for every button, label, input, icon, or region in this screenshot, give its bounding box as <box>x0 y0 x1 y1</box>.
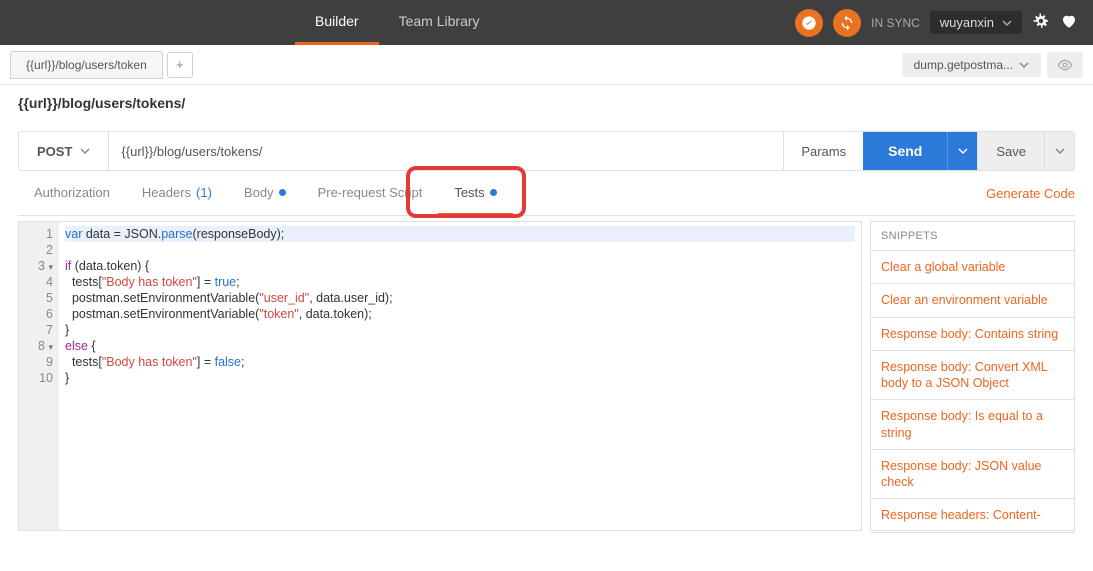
env-label: dump.getpostma... <box>914 58 1013 72</box>
snippet-item[interactable]: Response body: Is equal to a string <box>871 400 1074 450</box>
code-body[interactable]: var data = JSON.parse(responseBody); if … <box>59 222 861 530</box>
line-number: 1 <box>19 226 53 242</box>
headers-count: (1) <box>196 185 212 200</box>
subtab-tests[interactable]: Tests <box>438 171 512 215</box>
line-number: 3 ▾ <box>19 258 53 274</box>
headers-label: Headers <box>142 185 191 200</box>
line-number: 5 <box>19 290 53 306</box>
env-quicklook-icon[interactable] <box>1047 52 1083 78</box>
snippet-item[interactable]: Response body: JSON value check <box>871 450 1074 500</box>
save-button[interactable]: Save <box>977 132 1044 170</box>
snippet-item[interactable]: Response headers: Content- <box>871 499 1074 532</box>
chevron-down-icon <box>958 146 968 156</box>
line-number: 6 <box>19 306 53 322</box>
generate-code-link[interactable]: Generate Code <box>986 186 1075 201</box>
heart-icon[interactable] <box>1060 12 1078 33</box>
dot-indicator-icon <box>490 189 497 196</box>
snippet-item[interactable]: Response body: Contains string <box>871 318 1074 351</box>
subtab-headers[interactable]: Headers (1) <box>126 171 228 215</box>
tab-builder[interactable]: Builder <box>295 0 379 45</box>
line-number: 9 <box>19 354 53 370</box>
chevron-down-icon <box>1055 146 1065 156</box>
subtab-prerequest[interactable]: Pre-request Script <box>302 171 439 215</box>
line-number: 4 <box>19 274 53 290</box>
user-name-label: wuyanxin <box>940 15 994 30</box>
method-dropdown[interactable]: POST <box>19 132 109 170</box>
line-number: 2 <box>19 242 53 258</box>
sync-status-label: IN SYNC <box>871 16 920 30</box>
settings-icon[interactable] <box>1032 12 1050 33</box>
chevron-down-icon <box>1002 18 1012 28</box>
chevron-down-icon <box>80 146 90 156</box>
line-number: 8 ▾ <box>19 338 53 354</box>
snippet-item[interactable]: Response body: Convert XML body to a JSO… <box>871 351 1074 401</box>
gutter: 1 2 3 ▾ 4 5 6 7 8 ▾ 9 10 <box>19 222 59 530</box>
user-dropdown[interactable]: wuyanxin <box>930 11 1022 34</box>
request-tab-label: {{url}}/blog/users/token <box>26 58 147 72</box>
add-tab-button[interactable]: + <box>167 52 193 78</box>
request-tab[interactable]: {{url}}/blog/users/token <box>10 51 163 79</box>
line-number: 10 <box>19 370 53 386</box>
snippets-header: SNIPPETS <box>871 222 1074 251</box>
code-editor[interactable]: 1 2 3 ▾ 4 5 6 7 8 ▾ 9 10 var data = JSON… <box>18 221 862 531</box>
request-bar: POST Params Send Save <box>18 131 1075 171</box>
sync-icon[interactable] <box>833 9 861 37</box>
method-label: POST <box>37 144 72 159</box>
snippet-item[interactable]: Clear a global variable <box>871 251 1074 284</box>
tests-label: Tests <box>454 185 484 200</box>
tab-team-library[interactable]: Team Library <box>379 0 500 45</box>
line-number: 7 <box>19 322 53 338</box>
snippet-item[interactable]: Clear an environment variable <box>871 284 1074 317</box>
request-title: {{url}}/blog/users/tokens/ <box>0 85 1093 121</box>
body-label: Body <box>244 185 274 200</box>
send-dropdown[interactable] <box>947 132 977 170</box>
dot-indicator-icon <box>279 189 286 196</box>
subtab-body[interactable]: Body <box>228 171 302 215</box>
url-input[interactable] <box>109 132 783 170</box>
snippets-sidebar: SNIPPETS Clear a global variable Clear a… <box>870 221 1075 531</box>
environment-dropdown[interactable]: dump.getpostma... <box>902 53 1041 77</box>
params-button[interactable]: Params <box>783 132 863 170</box>
subtab-authorization[interactable]: Authorization <box>18 171 126 215</box>
save-dropdown[interactable] <box>1044 132 1074 170</box>
postman-logo-icon[interactable] <box>795 9 823 37</box>
send-button[interactable]: Send <box>863 132 947 170</box>
chevron-down-icon <box>1019 60 1029 70</box>
